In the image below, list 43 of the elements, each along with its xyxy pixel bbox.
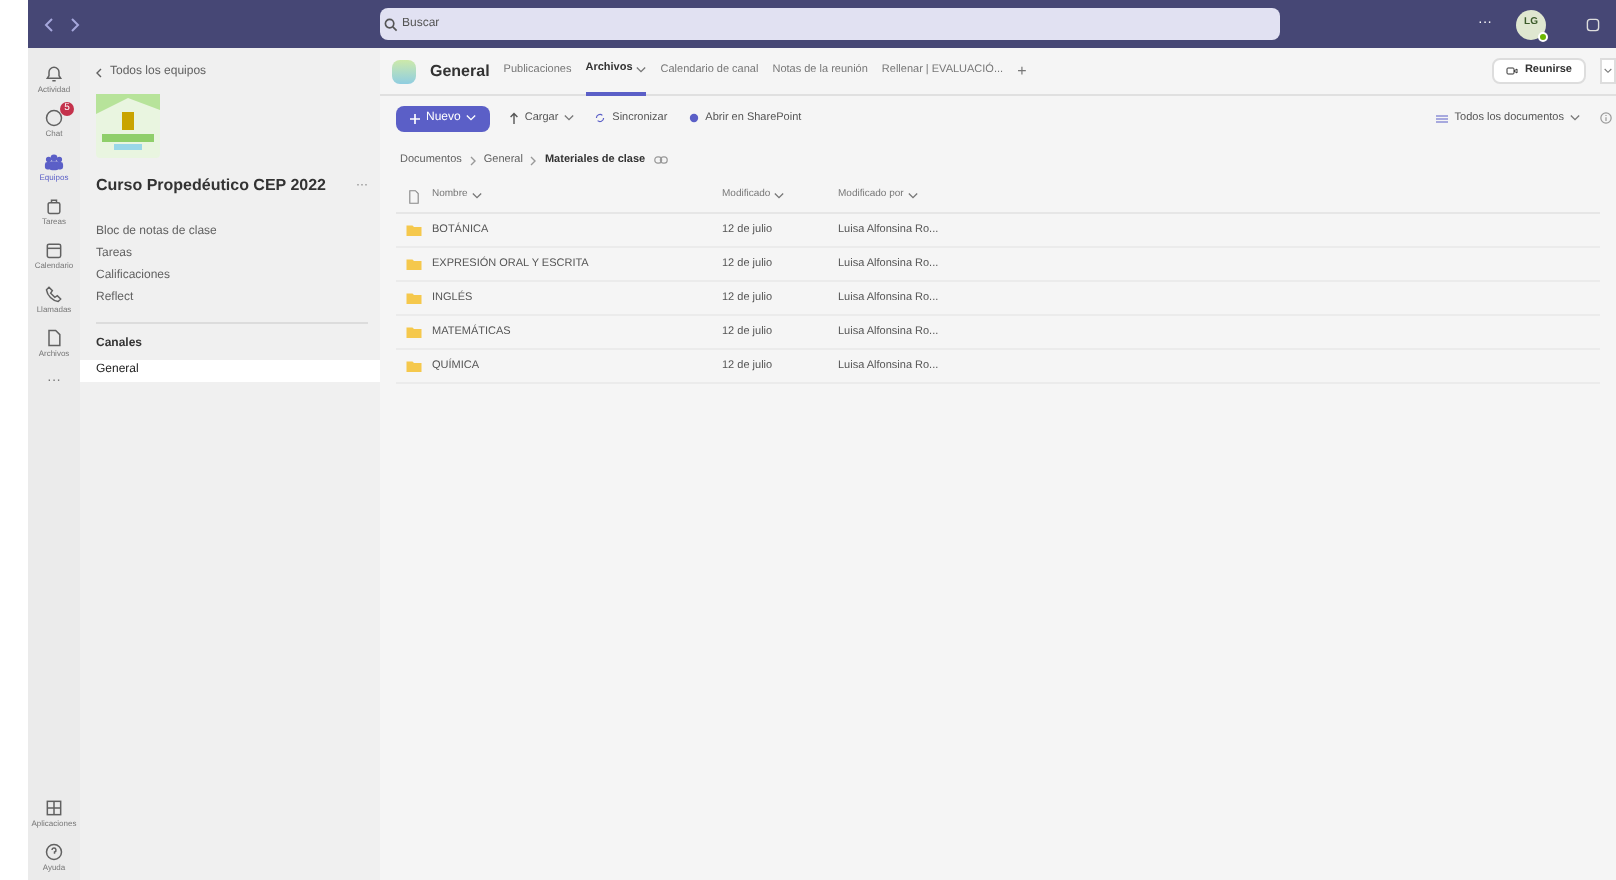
folder-icon: [406, 224, 422, 236]
folder-icon: [406, 292, 422, 304]
video-camera-icon: [1506, 66, 1519, 76]
window-icon[interactable]: [1586, 17, 1600, 31]
list-lines-icon: [1436, 113, 1449, 123]
back-chevron-icon: [96, 68, 102, 78]
chevron-down-icon: [907, 192, 918, 200]
chevron-down-icon: [774, 192, 785, 200]
forward-chevron-icon[interactable]: [70, 17, 80, 31]
chevron-down-icon: [564, 114, 575, 122]
add-tab-button[interactable]: +: [1017, 59, 1027, 83]
chat-icon: [44, 108, 64, 128]
bag-icon: [44, 196, 64, 216]
team-name: Curso Propedéutico CEP 2022: [96, 174, 326, 198]
folder-icon: [406, 360, 422, 372]
chevron-down-icon: [471, 192, 482, 200]
chevron-down-icon: [1570, 114, 1580, 122]
bell-icon: [44, 64, 64, 84]
team-logo-drawing: [96, 94, 160, 158]
search-icon: [384, 17, 398, 31]
apps-icon: [44, 798, 64, 818]
link-icon[interactable]: [653, 156, 668, 164]
calendar-icon: [44, 240, 64, 260]
back-chevron-icon[interactable]: [44, 17, 54, 31]
phone-icon: [44, 284, 64, 304]
meet-dropdown-button[interactable]: [1600, 58, 1616, 84]
chevron-right-icon: [469, 155, 476, 165]
chevron-down-icon: [636, 65, 647, 73]
chevron-down-icon: [1604, 68, 1612, 74]
folder-icon: [406, 326, 422, 338]
chevron-right-icon: [530, 155, 537, 165]
chevron-down-icon: [466, 114, 477, 122]
channel-name: General: [430, 59, 490, 83]
folder-icon: [406, 258, 422, 270]
info-icon[interactable]: [1600, 112, 1612, 124]
help-icon: [44, 842, 64, 862]
file-icon: [44, 328, 64, 348]
plus-icon: [410, 113, 420, 123]
teams-icon: [44, 152, 64, 172]
sync-icon: [594, 112, 607, 124]
upload-arrow-icon: [510, 112, 519, 124]
channel-logo: [392, 59, 416, 83]
file-type-icon: [408, 189, 420, 203]
